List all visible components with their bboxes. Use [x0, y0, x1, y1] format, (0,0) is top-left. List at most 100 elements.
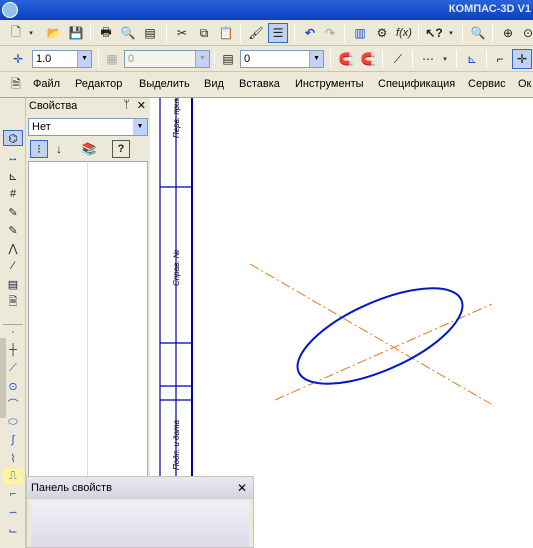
polyline-icon[interactable]: ⎍	[3, 468, 23, 484]
geometry-icon[interactable]: ⌬	[3, 130, 23, 146]
variables-icon[interactable]: ⚙	[372, 23, 392, 43]
hatch-icon[interactable]: ∽	[3, 504, 23, 520]
associative-view-icon[interactable]: ⁄	[3, 258, 23, 274]
close-icon[interactable]: ✕	[137, 99, 146, 112]
library-icon[interactable]: 📚	[80, 140, 98, 158]
copy-icon[interactable]: ⧉	[194, 23, 214, 43]
segment-icon[interactable]: ⟋	[3, 360, 23, 376]
menu-select[interactable]: Выделить	[139, 78, 190, 90]
menu-edit[interactable]: Редактор	[75, 78, 122, 90]
new-dropdown-icon[interactable]: ▾	[26, 23, 36, 43]
help-pointer-icon[interactable]: ↖?	[424, 23, 444, 43]
measure-icon[interactable]: ✎	[3, 222, 23, 238]
save-icon[interactable]: 💾	[66, 23, 86, 43]
parametrization-icon[interactable]: ✎	[3, 204, 23, 220]
menu-file[interactable]: Файл	[33, 78, 60, 90]
step-line-icon[interactable]: ⌐	[490, 49, 510, 69]
contour-icon[interactable]: ⌙	[3, 522, 23, 538]
step-cursor-icon[interactable]: ✛	[8, 49, 28, 69]
point-icon[interactable]: ·	[3, 324, 23, 340]
arc-icon[interactable]: ⌒	[3, 396, 23, 412]
document-icon[interactable]: 🗎	[6, 75, 26, 95]
view-combo[interactable]: 0 ▼	[124, 50, 210, 68]
menu-specification[interactable]: Спецификация	[378, 78, 455, 90]
zoom-fit-icon[interactable]: ⊙	[518, 23, 533, 43]
categorized-icon[interactable]: ⁝	[30, 140, 48, 158]
auxiliary-line-icon[interactable]: ┼	[3, 342, 23, 358]
properties-title: Свойства	[29, 100, 78, 112]
circle-icon[interactable]: ⊙	[3, 378, 23, 394]
new-document-icon[interactable]: 🗋	[6, 23, 26, 43]
designations-icon[interactable]: ⊾	[3, 168, 23, 184]
frame-label-ref-number: Справ. №	[172, 249, 181, 286]
edit-icon[interactable]: #	[3, 186, 23, 202]
pin-icon[interactable]: ᛘ	[123, 99, 130, 111]
ellipse-shape	[296, 287, 464, 385]
compact-toolbar: ⌬ ↔ ⊾ # ✎ ✎ ⋀ ⁄ ▤ 🗎 · ┼ ⟋ ⊙ ⌒ ⬭ ∫ ⌇ ⎍ ⌐ …	[0, 98, 26, 548]
spline-icon[interactable]: ∫	[3, 432, 23, 448]
chamfer-icon[interactable]: ⌐	[3, 486, 23, 502]
dimensions-icon[interactable]: ↔	[3, 150, 23, 166]
chevron-down-icon[interactable]: ▼	[77, 51, 91, 67]
close-icon[interactable]: ✕	[237, 481, 247, 495]
reports-icon[interactable]: 🗎	[3, 294, 23, 310]
menu-bar: 🗎 Файл Редактор Выделить Вид Вставка Инс…	[0, 72, 533, 98]
object-select[interactable]: Нет ▼	[28, 118, 148, 136]
toolbar-handle[interactable]	[0, 338, 6, 418]
layers-icon[interactable]: ▤	[218, 49, 238, 69]
open-icon[interactable]: 📂	[44, 23, 64, 43]
app-logo-icon	[2, 2, 18, 18]
function-icon[interactable]: f(x)	[394, 23, 414, 43]
frame-label-first-use: Перв. прим	[172, 98, 181, 138]
paste-icon[interactable]: 📋	[216, 23, 236, 43]
redo-icon[interactable]: ↷	[320, 23, 340, 43]
undo-icon[interactable]: ↶	[300, 23, 320, 43]
zoom-window-icon[interactable]: ⊕	[498, 23, 518, 43]
format-painter-icon[interactable]: 🖌	[246, 23, 266, 43]
property-panel-header: Панель свойств ✕	[27, 477, 253, 499]
round-icon[interactable]: ✛	[512, 49, 532, 69]
spec-icon[interactable]: ▤	[3, 276, 23, 292]
help-icon[interactable]: ?	[112, 140, 130, 158]
print-preview-icon[interactable]: 🔍	[118, 23, 138, 43]
layer-view-icon[interactable]: ▦	[102, 49, 122, 69]
toolbar-dropdown-icon[interactable]: ▾	[446, 23, 456, 43]
scale-combo[interactable]: 1.0 ▼	[32, 50, 92, 68]
grid-dropdown-icon[interactable]: ▾	[440, 49, 450, 69]
menu-window[interactable]: Ок	[518, 78, 531, 90]
properties-header: Свойства ᛘ ✕	[26, 98, 150, 116]
preview-icon[interactable]: ▤	[140, 23, 160, 43]
bezier-icon[interactable]: ⌇	[3, 450, 23, 466]
chevron-down-icon[interactable]: ▼	[309, 51, 323, 67]
property-panel-body	[31, 501, 249, 547]
print-icon[interactable]: 🖶	[96, 23, 116, 43]
menu-service[interactable]: Сервис	[468, 78, 506, 90]
ellipse-icon[interactable]: ⬭	[3, 414, 23, 430]
local-snap-icon[interactable]: 🧲	[358, 49, 378, 69]
chevron-down-icon[interactable]: ▼	[195, 51, 209, 67]
current-state-toolbar: ✛ 1.0 ▼ ▦ 0 ▼ ▤ 0 ▼ 🧲 🧲 ⟋ ⋯ ▾ ⊾ ⌐ ✛	[0, 46, 533, 72]
properties-icon[interactable]: ☰	[268, 23, 288, 43]
sort-az-icon[interactable]: ↓	[50, 140, 68, 158]
property-panel-title: Панель свойств	[31, 482, 112, 494]
cut-icon[interactable]: ✂	[172, 23, 192, 43]
zoom-icon[interactable]: 🔍	[468, 23, 488, 43]
layer-combo[interactable]: 0 ▼	[240, 50, 324, 68]
standard-toolbar: 🗋 ▾ 📂 💾 🖶 🔍 ▤ ✂ ⧉ 📋 🖌 ☰ ↶ ↷ ▥ ⚙ f(x) ↖? …	[0, 20, 533, 46]
grid-icon[interactable]: ⋯	[418, 49, 438, 69]
menu-tools[interactable]: Инструменты	[295, 78, 364, 90]
coordinate-system-icon[interactable]: ⊾	[462, 49, 482, 69]
title-bar: КОМПАС-3D V1	[0, 0, 533, 20]
app-title: КОМПАС-3D V1	[448, 3, 531, 15]
chevron-down-icon[interactable]: ▼	[133, 119, 147, 135]
axis-line-minor	[249, 263, 492, 405]
selection-icon[interactable]: ⋀	[3, 240, 23, 256]
menu-insert[interactable]: Вставка	[239, 78, 280, 90]
frame-label-sign-date: Подп. и дата	[172, 419, 181, 470]
menu-view[interactable]: Вид	[204, 78, 224, 90]
property-panel: Панель свойств ✕	[26, 476, 254, 548]
manager-icon[interactable]: ▥	[350, 23, 370, 43]
ortho-icon[interactable]: ⟋	[388, 49, 408, 69]
properties-toolbar: ⁝ ↓ 📚 ?	[28, 139, 148, 159]
snap-magnet-icon[interactable]: 🧲	[336, 49, 356, 69]
